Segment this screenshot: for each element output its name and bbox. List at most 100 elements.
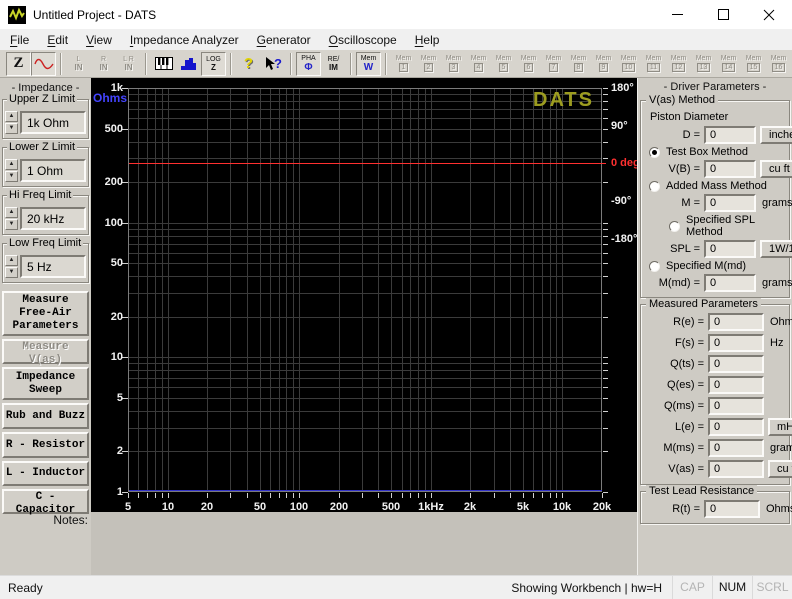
low-freq-limit-spin-down[interactable]: ▼: [5, 267, 18, 278]
x-tick: [247, 493, 248, 498]
menu-file[interactable]: File: [1, 31, 38, 49]
hi-freq-limit-spin-up[interactable]: ▲: [5, 207, 18, 218]
cu-ft-unit-button[interactable]: cu ft: [760, 160, 792, 178]
upper-z-limit-spin-up[interactable]: ▲: [5, 111, 18, 122]
group-lower-z-limit: Lower Z Limit▲▼1 Ohm: [2, 147, 89, 187]
v-as-input[interactable]: 0: [708, 460, 764, 478]
memory-workbench-button[interactable]: MemW: [356, 52, 381, 76]
log-z-scale-button[interactable]: LOGZ: [201, 52, 226, 76]
menu-impedance-analyzer[interactable]: Impedance Analyzer: [121, 31, 248, 49]
specified-m-md-radio[interactable]: Specified M(md): [649, 260, 786, 272]
menu-oscilloscope[interactable]: Oscilloscope: [320, 31, 406, 49]
real-imaginary-button[interactable]: RE/IM: [321, 52, 346, 76]
lower-z-limit-spin-up[interactable]: ▲: [5, 159, 18, 170]
button-label-top: PHA: [301, 55, 315, 62]
button-label-top: R: [101, 56, 106, 63]
r-e-input[interactable]: 0: [708, 313, 764, 331]
lower-z-limit-label: Lower Z Limit: [7, 141, 77, 153]
minimize-button[interactable]: [654, 0, 700, 29]
sine-generator-button[interactable]: [31, 52, 56, 76]
added-mass-method-radio-circle[interactable]: [649, 181, 660, 192]
context-help-button[interactable]: ?: [261, 52, 286, 76]
impedance-sweep-button[interactable]: Impedance Sweep: [2, 367, 89, 400]
q-ts-input[interactable]: 0: [708, 355, 764, 373]
mem-number: 2: [424, 63, 434, 72]
mem-label: Mem: [596, 55, 612, 62]
measure-free-air-parameters-button[interactable]: Measure Free-Air Parameters: [2, 291, 89, 336]
mem-label: Mem: [446, 55, 462, 62]
menu-help[interactable]: Help: [406, 31, 449, 49]
cu-ft-unit-button[interactable]: cu ft: [768, 460, 792, 478]
c-capacitor-button[interactable]: C - Capacitor: [2, 489, 89, 514]
l-e-input[interactable]: 0: [708, 418, 764, 436]
1w-1m-unit-button[interactable]: 1W/1m: [760, 240, 792, 258]
y-tick-right: [603, 428, 608, 429]
upper-z-limit-value[interactable]: 1k Ohm: [20, 111, 86, 134]
specified-spl-method-radio-circle[interactable]: [669, 221, 680, 232]
hi-freq-limit-value[interactable]: 20 kHz: [20, 207, 86, 230]
spl-input[interactable]: 0: [704, 240, 756, 258]
specified-spl-method-radio[interactable]: Specified SPL Method: [669, 214, 786, 238]
menu-generator[interactable]: Generator: [248, 31, 320, 49]
phase-axis-label: 90°: [611, 120, 628, 132]
y-tick-right: [603, 94, 608, 95]
x-axis-label: 5k: [517, 501, 529, 513]
y-tick-right: [603, 244, 608, 245]
specified-m-md-radio-circle[interactable]: [649, 261, 660, 272]
menu-edit[interactable]: Edit: [38, 31, 77, 49]
lower-z-limit-spin-down[interactable]: ▼: [5, 171, 18, 182]
r-t-input[interactable]: 0: [704, 500, 760, 518]
help-icon: ?: [244, 56, 253, 71]
m-input[interactable]: 0: [704, 194, 756, 212]
low-freq-limit-value[interactable]: 5 Hz: [20, 255, 86, 278]
help-button[interactable]: ?: [236, 52, 261, 76]
mem-8-button: Mem8: [566, 52, 591, 76]
driver-parameters-title: - Driver Parameters -: [640, 81, 790, 93]
y-tick-right: [603, 182, 608, 183]
d-input[interactable]: 0: [704, 126, 756, 144]
mh-10k-unit-button[interactable]: mH (10k): [768, 418, 792, 436]
f-s-input[interactable]: 0: [708, 334, 764, 352]
low-freq-limit-spin-up[interactable]: ▲: [5, 255, 18, 266]
m-md-input[interactable]: 0: [704, 274, 756, 292]
dats-watermark: DATS: [533, 89, 594, 111]
test-box-method-radio-circle[interactable]: [649, 147, 660, 158]
q-ms-input[interactable]: 0: [708, 397, 764, 415]
y-tick-right: [603, 263, 608, 264]
r-t-field-label: R(t) =: [644, 503, 700, 515]
v-as-method-label: V(as) Method: [646, 94, 718, 106]
close-button[interactable]: [746, 0, 792, 29]
button-label-top: RE/: [328, 56, 340, 63]
mem-5-button: Mem5: [491, 52, 516, 76]
frequency-blocks-button[interactable]: [176, 52, 201, 76]
inches-unit-button[interactable]: inches: [760, 126, 792, 144]
q-es-input[interactable]: 0: [708, 376, 764, 394]
phase-display-button[interactable]: PHAΦ: [296, 52, 321, 76]
mem-label: Mem: [421, 55, 437, 62]
piano-keys-button[interactable]: [151, 52, 176, 76]
x-tick: [168, 493, 169, 498]
x-axis-label: 10k: [553, 501, 571, 513]
maximize-button[interactable]: [700, 0, 746, 29]
menu-view[interactable]: View: [77, 31, 121, 49]
impedance-magnitude-button[interactable]: Z: [6, 52, 31, 76]
button-label-top: L: [77, 56, 81, 63]
v-b-input[interactable]: 0: [704, 160, 756, 178]
added-mass-method-radio[interactable]: Added Mass Method: [649, 180, 786, 192]
q-es-row: Q(es) =0: [644, 376, 786, 394]
toolbar-separator: [230, 53, 232, 75]
hi-freq-limit-spin-down[interactable]: ▼: [5, 219, 18, 230]
r-resistor-button[interactable]: R - Resistor: [2, 432, 89, 458]
upper-z-limit-spin-down[interactable]: ▼: [5, 123, 18, 134]
lower-z-limit-value[interactable]: 1 Ohm: [20, 159, 86, 182]
l-inductor-button[interactable]: L - Inductor: [2, 461, 89, 486]
test-box-method-radio[interactable]: Test Box Method: [649, 146, 786, 158]
x-tick: [556, 493, 557, 498]
mem-3-button: Mem3: [441, 52, 466, 76]
status-indicator-num: NUM: [712, 576, 752, 599]
piano-keys-icon: [155, 57, 173, 70]
m-ms-input[interactable]: 0: [708, 439, 764, 457]
rub-and-buzz-button[interactable]: Rub and Buzz: [2, 403, 89, 429]
y-tick-right: [603, 118, 608, 119]
y-tick-right: [603, 253, 608, 254]
